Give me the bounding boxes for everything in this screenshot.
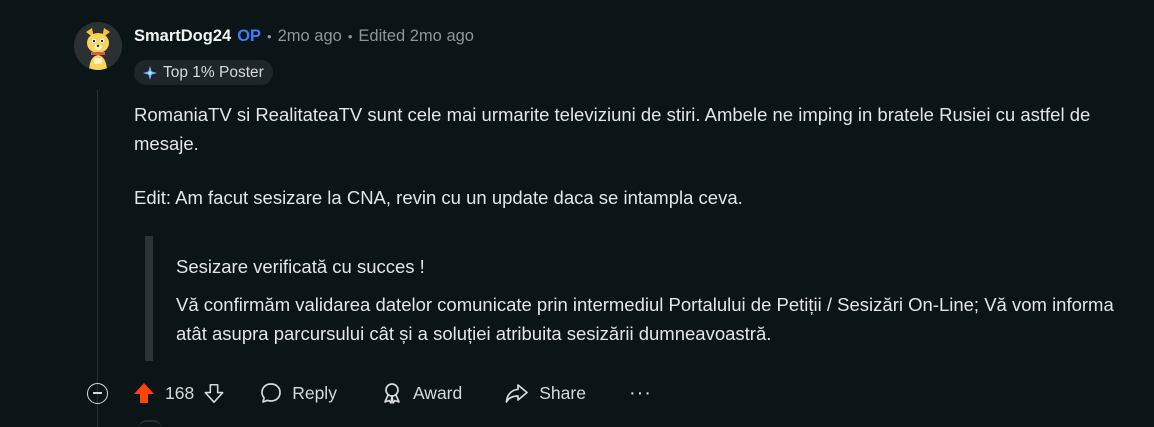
- share-label: Share: [539, 382, 586, 403]
- flair-sparkle-icon: [143, 65, 157, 80]
- collapse-icon: [93, 392, 102, 394]
- upvote-icon[interactable]: [132, 381, 156, 405]
- blockquote: Sesizare verificată cu succes ! Vă confi…: [145, 236, 1143, 361]
- share-icon: [505, 384, 529, 403]
- avatar-dog-icon: [74, 22, 122, 70]
- flair-label: Top 1% Poster: [163, 63, 264, 81]
- comment-edit-text: Edit: Am facut sesizare la CNA, revin cu…: [134, 187, 743, 208]
- award-button[interactable]: Award: [380, 381, 462, 405]
- avatar[interactable]: [74, 22, 122, 70]
- downvote-icon[interactable]: [203, 381, 225, 405]
- collapse-button[interactable]: [87, 382, 108, 404]
- award-icon: [384, 383, 400, 404]
- separator-dot: •: [267, 28, 272, 44]
- comment-thread: SmartDog24 OP • 2mo ago • Edited 2mo ago…: [0, 0, 1154, 427]
- more-icon: ···: [628, 381, 652, 404]
- timestamp[interactable]: 2mo ago: [278, 27, 342, 46]
- comment-text: RomaniaTV si RealitateaTV sunt cele mai …: [134, 104, 1091, 154]
- award-label: Award: [412, 382, 463, 403]
- action-bar: 168 Reply Award Share ···: [86, 378, 652, 408]
- username[interactable]: SmartDog24: [134, 27, 231, 46]
- more-options-button[interactable]: ···: [629, 382, 652, 405]
- separator-dot: •: [347, 28, 353, 44]
- comment-header: SmartDog24 OP • 2mo ago • Edited 2mo ago: [134, 25, 474, 47]
- quote-text: Vă confirmăm validarea datelor comunicat…: [176, 294, 1114, 344]
- share-button[interactable]: Share: [504, 381, 586, 405]
- thread-line[interactable]: [97, 90, 98, 427]
- flair-badge[interactable]: Top 1% Poster: [134, 60, 273, 85]
- quote-title: Sesizare verificată cu succes !: [176, 256, 425, 277]
- op-badge: OP: [237, 26, 262, 45]
- vote-score: 168: [165, 382, 195, 403]
- vote-control: 168: [132, 381, 225, 405]
- reply-icon: [261, 383, 282, 403]
- edited-label: Edited 2mo ago: [358, 26, 474, 45]
- reply-label: Reply: [292, 382, 337, 403]
- reply-button[interactable]: Reply: [259, 381, 337, 405]
- next-comment-edge: [138, 420, 162, 427]
- comment-body: RomaniaTV si RealitateaTV sunt cele mai …: [134, 100, 1144, 212]
